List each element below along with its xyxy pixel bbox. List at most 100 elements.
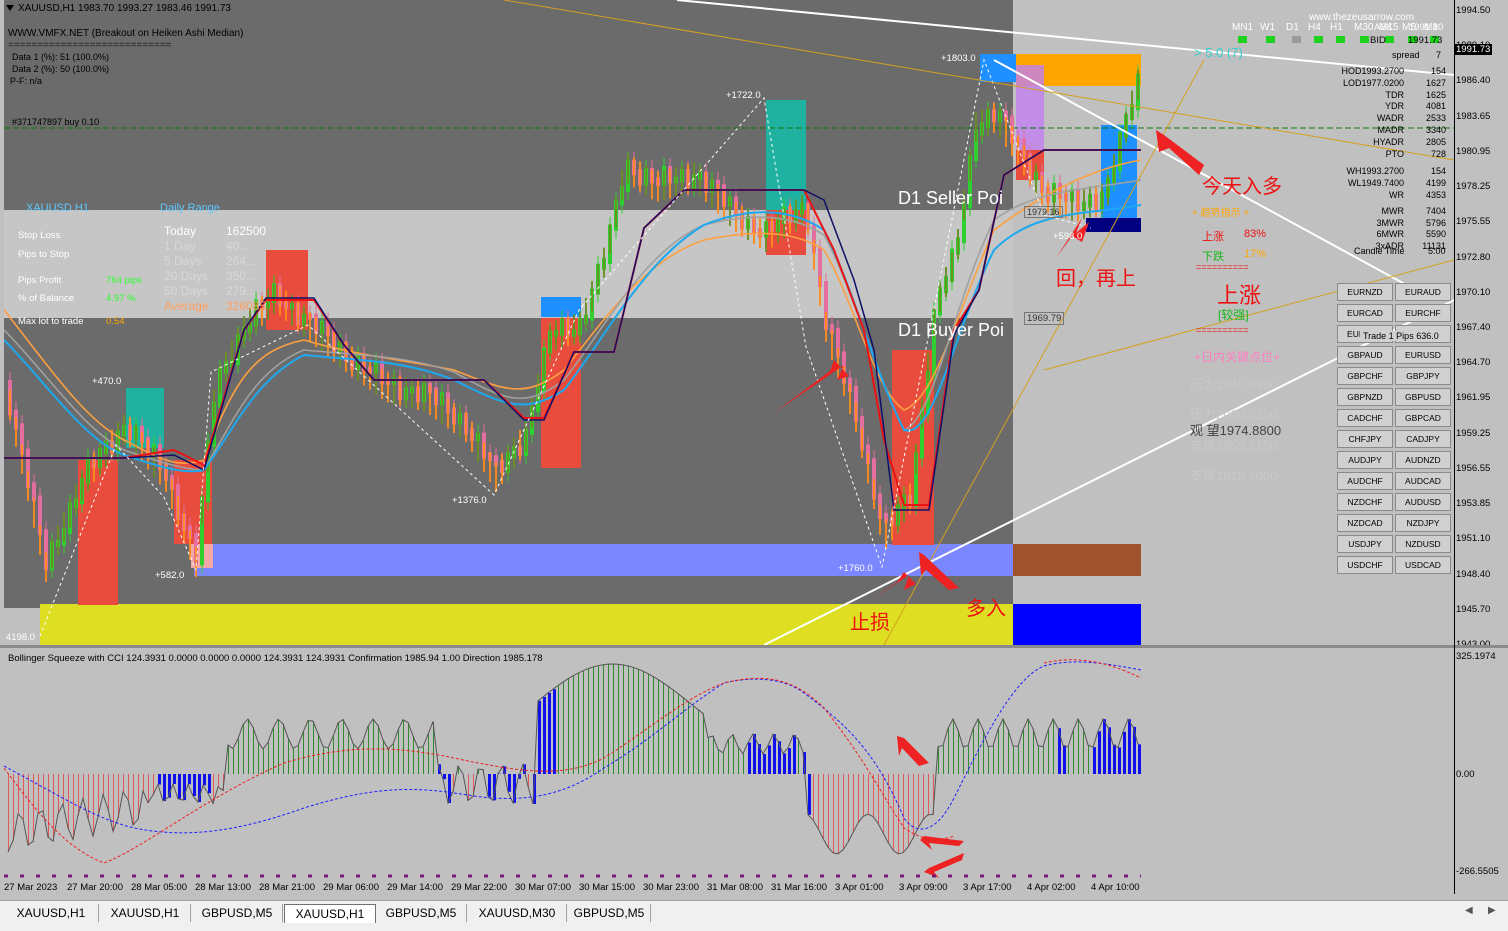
squeeze-bar [813, 774, 814, 820]
tab-chart[interactable]: XAUUSD,H1 [284, 904, 376, 923]
pair-button-usdcad[interactable]: USDCAD [1395, 556, 1451, 574]
pair-button-audjpy[interactable]: AUDJPY [1337, 451, 1393, 469]
ha-bar [171, 479, 173, 509]
timeframe-d1[interactable]: D1 [1286, 22, 1299, 33]
pair-button-gbpjpy[interactable]: GBPJPY [1395, 367, 1451, 385]
pair-button-eurcad[interactable]: EURCAD [1337, 304, 1393, 322]
pair-button-nzdcad[interactable]: NZDCAD [1337, 514, 1393, 532]
pair-button-eurchf[interactable]: EURCHF [1395, 304, 1451, 322]
squeeze-bar [13, 774, 14, 841]
ha-bar [453, 403, 455, 433]
ha-bar [1065, 189, 1067, 219]
squeeze-bar [618, 664, 619, 774]
pair-button-eurnzd[interactable]: EURNZD [1337, 283, 1393, 301]
ha-bar [705, 172, 707, 202]
timeframe-h1[interactable]: H1 [1330, 22, 1343, 33]
pair-button-gbpnzd[interactable]: GBPNZD [1337, 388, 1393, 406]
swing-label-1376: +1376.0 [452, 495, 487, 506]
subwindow-canvas [4, 648, 1454, 880]
swing-label-1760: +1760.0 [838, 563, 873, 574]
tab-scroll-right-icon[interactable]: ▶ [1488, 905, 1496, 916]
squeeze-bar [853, 774, 854, 832]
ha-bar [885, 519, 887, 549]
tab-chart[interactable]: XAUUSD,M30 [468, 904, 567, 922]
stat-value: 4199 [1426, 178, 1446, 188]
pair-button-gbpcad[interactable]: GBPCAD [1395, 409, 1451, 427]
tab-chart[interactable]: XAUUSD,H1 [100, 904, 191, 922]
time-tick: 27 Mar 20:00 [67, 882, 123, 893]
data2-line: Data 2 (%): 50 (100.0%) [12, 64, 109, 74]
stat-label: WH1993.2700 [1346, 166, 1404, 176]
pair-button-nzdjpy[interactable]: NZDJPY [1395, 514, 1451, 532]
stat-value: 4081 [1426, 101, 1446, 111]
ha-bar [849, 384, 851, 414]
tab-chart[interactable]: GBPUSD,M5 [568, 904, 651, 922]
timeframe-mn1[interactable]: MN1 [1232, 22, 1253, 33]
squeeze-bar [1093, 747, 1096, 774]
indicator-subwindow[interactable]: Bollinger Squeeze with CCI 124.3931 0.00… [4, 648, 1454, 880]
squeeze-bar [1053, 719, 1054, 774]
ha-bar [489, 452, 491, 482]
tab-scroll-left-icon[interactable]: ◀ [1465, 905, 1473, 916]
ha-bar [663, 170, 665, 200]
stat-label: MADR [1378, 125, 1405, 135]
pair-button-audcad[interactable]: AUDCAD [1395, 472, 1451, 490]
stat-label: 6MWR [1377, 229, 1405, 239]
pair-button-nzdusd[interactable]: NZDUSD [1395, 535, 1451, 553]
data1-line: Data 1 (%): 51 (100.0%) [12, 52, 109, 62]
squeeze-bar [253, 727, 254, 774]
squeeze-bar [748, 743, 751, 774]
swing-label-4198: 4198.0 [6, 632, 35, 643]
pair-button-gbpusd[interactable]: GBPUSD [1395, 388, 1451, 406]
pair-button-audnzd[interactable]: AUDNZD [1395, 451, 1451, 469]
timeframe-w1[interactable]: W1 [1260, 22, 1275, 33]
annotation-stop: 止损 [850, 606, 890, 635]
tab-chart[interactable]: GBPUSD,M5 [192, 904, 283, 922]
tab-chart[interactable]: XAUUSD,H1 [4, 904, 99, 922]
ha-bar [183, 513, 185, 543]
pair-button-usdchf[interactable]: USDCHF [1337, 556, 1393, 574]
pair-button-audusd[interactable]: AUDUSD [1395, 493, 1451, 511]
squeeze-bar [693, 706, 694, 774]
squeeze-bar [728, 740, 729, 774]
score-label: > 5.0 (7) [1194, 45, 1243, 60]
pair-button-gbpchf[interactable]: GBPCHF [1337, 367, 1393, 385]
timeframe-h4[interactable]: H4 [1308, 22, 1321, 33]
ha-bar [597, 264, 599, 294]
dr-stop-loss-label: Stop Loss [18, 230, 60, 241]
up-label: 上涨 [1202, 228, 1224, 244]
price-tick: 1948.40 [1456, 569, 1490, 580]
pair-button-cadchf[interactable]: CADCHF [1337, 409, 1393, 427]
annotation-pullback: 回，再上 [1056, 262, 1136, 291]
dr-row-label: 5 Days [164, 254, 201, 268]
ha-bar [711, 178, 713, 208]
pair-button-chfjpy[interactable]: CHFJPY [1337, 430, 1393, 448]
pair-button-eurusd[interactable]: EURUSD [1395, 346, 1451, 364]
ha-bar [879, 505, 881, 535]
pair-button-cadjpy[interactable]: CADJPY [1395, 430, 1451, 448]
stat-label: HOD1993.2700 [1341, 66, 1404, 76]
tab-chart[interactable]: GBPUSD,M5 [376, 904, 467, 922]
swing-label-598: +598.0 [1053, 231, 1082, 242]
ha-bar [51, 539, 53, 569]
main-chart[interactable]: D1 Seller Poi D1 Buyer Poi 1969.79 1979.… [4, 0, 1454, 645]
pane-separator[interactable] [0, 645, 1508, 648]
ha-bar [801, 195, 803, 225]
pair-button-euraud[interactable]: EURAUD [1395, 283, 1451, 301]
pair-button-gbpaud[interactable]: GBPAUD [1337, 346, 1393, 364]
ha-bar [771, 218, 773, 248]
pair-button-audchf[interactable]: AUDCHF [1337, 472, 1393, 490]
collapse-icon[interactable] [6, 5, 14, 11]
squeeze-bar [73, 774, 74, 839]
pair-button-usdjpy[interactable]: USDJPY [1337, 535, 1393, 553]
squeeze-bar [1123, 732, 1126, 774]
ha-bar [951, 252, 953, 282]
pair-button-nzdchf[interactable]: NZDCHF [1337, 493, 1393, 511]
ha-bar [75, 485, 77, 515]
dr-row-label: 50 Days [164, 284, 208, 298]
ha-bar [861, 428, 863, 458]
squeeze-bar [918, 774, 919, 828]
squeeze-bar [93, 774, 94, 836]
price-axis[interactable]: 1994.501989.101986.401983.651980.951978.… [1454, 0, 1508, 645]
timeframe-m30[interactable]: M30 [1354, 22, 1373, 33]
